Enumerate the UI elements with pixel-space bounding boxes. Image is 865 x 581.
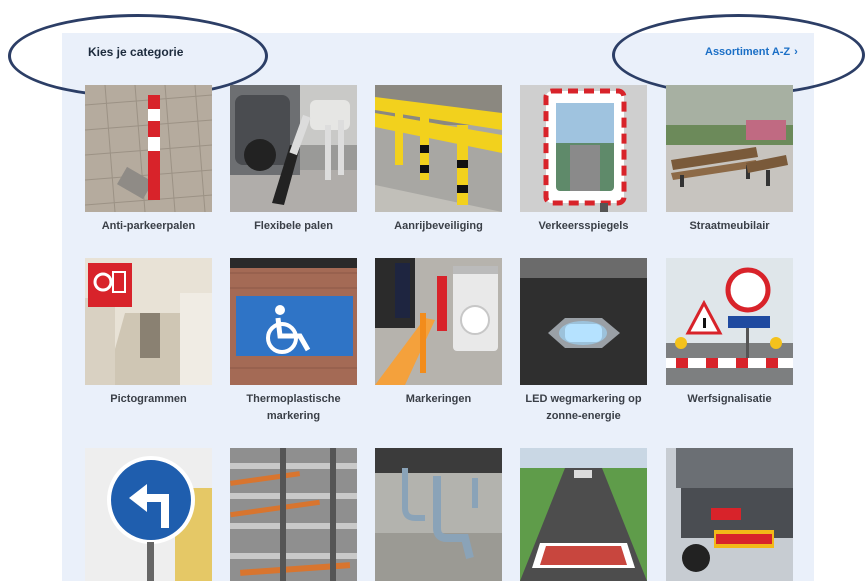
category-label: Anti-parkeerpalen <box>101 220 196 232</box>
category-tile-row3-1[interactable] <box>85 448 212 581</box>
category-tile-row3-3[interactable] <box>375 448 502 581</box>
category-pictogrammen[interactable]: Pictogrammen <box>85 258 212 408</box>
category-verkeersspiegels[interactable]: Verkeersspiegels <box>520 85 647 235</box>
category-label: LED wegmarkering op zonne-energie <box>525 393 642 422</box>
category-label: Thermoplastische markering <box>246 393 341 422</box>
category-markeringen[interactable]: Markeringen <box>375 258 502 408</box>
category-flexibele-palen[interactable]: Flexibele palen <box>230 85 357 235</box>
anti-parking-post-image <box>85 85 212 212</box>
fire-hose-pictogram-image <box>85 258 212 385</box>
category-label: Straatmeubilair <box>689 220 770 232</box>
bike-rack-image <box>375 448 502 581</box>
street-bench-image <box>666 85 793 212</box>
category-aanrijbeveiliging[interactable]: Aanrijbeveiliging <box>375 85 502 235</box>
crash-barrier-image <box>375 85 502 212</box>
category-label: Aanrijbeveiliging <box>394 220 483 232</box>
category-label: Pictogrammen <box>110 393 187 405</box>
category-label: Markeringen <box>405 393 472 405</box>
category-label: Verkeersspiegels <box>538 220 629 232</box>
led-road-stud-image <box>520 258 647 385</box>
category-tile-row3-5[interactable] <box>666 448 793 581</box>
category-label: Flexibele palen <box>254 220 333 232</box>
truck-rear-image <box>666 448 793 581</box>
wheelchair-marking-image <box>230 258 357 385</box>
speed-bump-road-image <box>520 448 647 581</box>
marking-paint-image <box>375 258 502 385</box>
category-tile-row3-2[interactable] <box>230 448 357 581</box>
category-led-wegmarkering[interactable]: LED wegmarkering op zonne-energie <box>520 258 647 425</box>
category-werfsignalisatie[interactable]: Werfsignalisatie <box>666 258 793 408</box>
category-straatmeubilair[interactable]: Straatmeubilair <box>666 85 793 235</box>
category-thermoplastische-markering[interactable]: Thermoplastische markering <box>230 258 357 425</box>
category-label: Werfsignalisatie <box>687 393 772 405</box>
roadworks-signs-image <box>666 258 793 385</box>
flexible-post-image <box>230 85 357 212</box>
annotation-ellipse-az <box>612 14 865 96</box>
turn-left-sign-image <box>85 448 212 581</box>
traffic-mirror-image <box>520 85 647 212</box>
category-anti-parkeerpalen[interactable]: Anti-parkeerpalen <box>85 85 212 235</box>
pipe-rack-image <box>230 448 357 581</box>
category-tile-row3-4[interactable] <box>520 448 647 581</box>
